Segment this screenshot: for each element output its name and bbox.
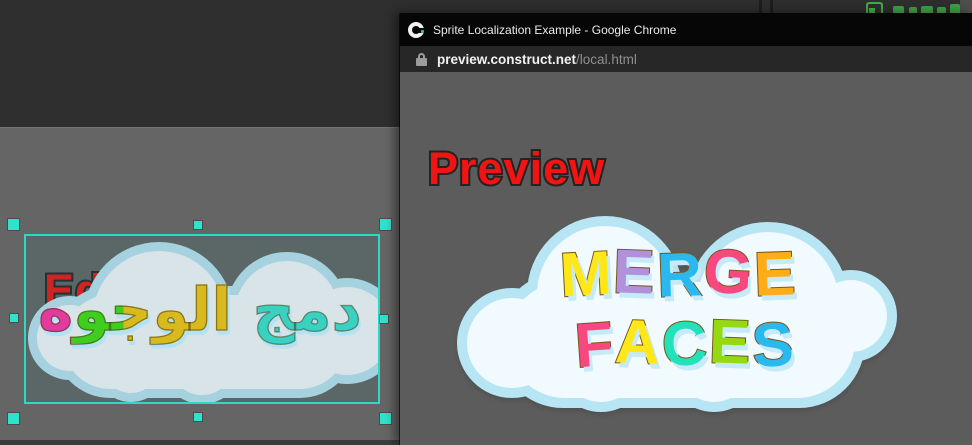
url-bar[interactable]: preview.construct.net/local.html xyxy=(400,46,972,72)
construct-favicon-icon xyxy=(408,22,424,38)
merge-faces-cloud-sprite[interactable]: MERGE FACES xyxy=(455,212,900,417)
lock-icon[interactable] xyxy=(416,53,427,66)
selection-handle-top-center[interactable] xyxy=(194,221,202,229)
logo-letter: E xyxy=(708,311,751,374)
truncated-green-text-fragment xyxy=(893,6,904,13)
selection-handle-bottom-center[interactable] xyxy=(194,413,202,421)
logo-letter: E xyxy=(753,243,796,306)
editor-top-area xyxy=(0,0,400,127)
truncated-green-text-fragment xyxy=(950,4,960,13)
logo-letter: M xyxy=(558,243,613,308)
game-preview-viewport[interactable]: Preview MERGE FACES xyxy=(400,72,972,445)
selection-handle-top-left[interactable] xyxy=(8,219,19,230)
logo-letter: E xyxy=(612,241,655,304)
selection-handle-bottom-left[interactable] xyxy=(8,413,19,424)
arabic-word-merge: دمج xyxy=(252,275,361,344)
logo-text-faces: FACES xyxy=(469,312,900,374)
logo-letter: F xyxy=(574,314,616,378)
truncated-green-text-fragment xyxy=(921,6,933,13)
construct-editor-panel: Editor xyxy=(0,0,400,445)
chrome-preview-window: Sprite Localization Example - Google Chr… xyxy=(400,13,972,445)
window-title-bar[interactable]: Sprite Localization Example - Google Chr… xyxy=(400,13,972,46)
logo-letter: G xyxy=(702,241,753,305)
panel-divider xyxy=(770,0,773,13)
layout-canvas[interactable]: Editor xyxy=(0,127,400,440)
logo-letter: A xyxy=(614,311,661,375)
logo-text-merge: MERGE xyxy=(455,242,900,304)
logo-letter: C xyxy=(661,313,709,377)
panel-edge xyxy=(960,0,972,13)
selection-handle-mid-right[interactable] xyxy=(380,315,388,323)
window-title: Sprite Localization Example - Google Chr… xyxy=(433,23,676,37)
editor-bottom-strip xyxy=(0,440,400,445)
url-domain[interactable]: preview.construct.net xyxy=(437,52,576,67)
sprite-selection-rect[interactable]: دمج الوجوه xyxy=(24,234,380,404)
logo-letter: R xyxy=(656,244,703,308)
arabic-cloud-sprite[interactable]: دمج الوجوه xyxy=(26,236,378,402)
logo-letter: S xyxy=(751,314,796,378)
selection-handle-bottom-right[interactable] xyxy=(380,413,391,424)
arabic-logo-text: دمج الوجوه xyxy=(26,276,374,344)
arabic-word-faces: الوجوه xyxy=(38,275,232,344)
url-path[interactable]: /local.html xyxy=(576,52,637,67)
selection-handle-mid-left[interactable] xyxy=(10,314,18,322)
preview-label: Preview xyxy=(428,143,605,195)
selection-handle-top-right[interactable] xyxy=(380,219,391,230)
panel-divider xyxy=(759,0,762,13)
